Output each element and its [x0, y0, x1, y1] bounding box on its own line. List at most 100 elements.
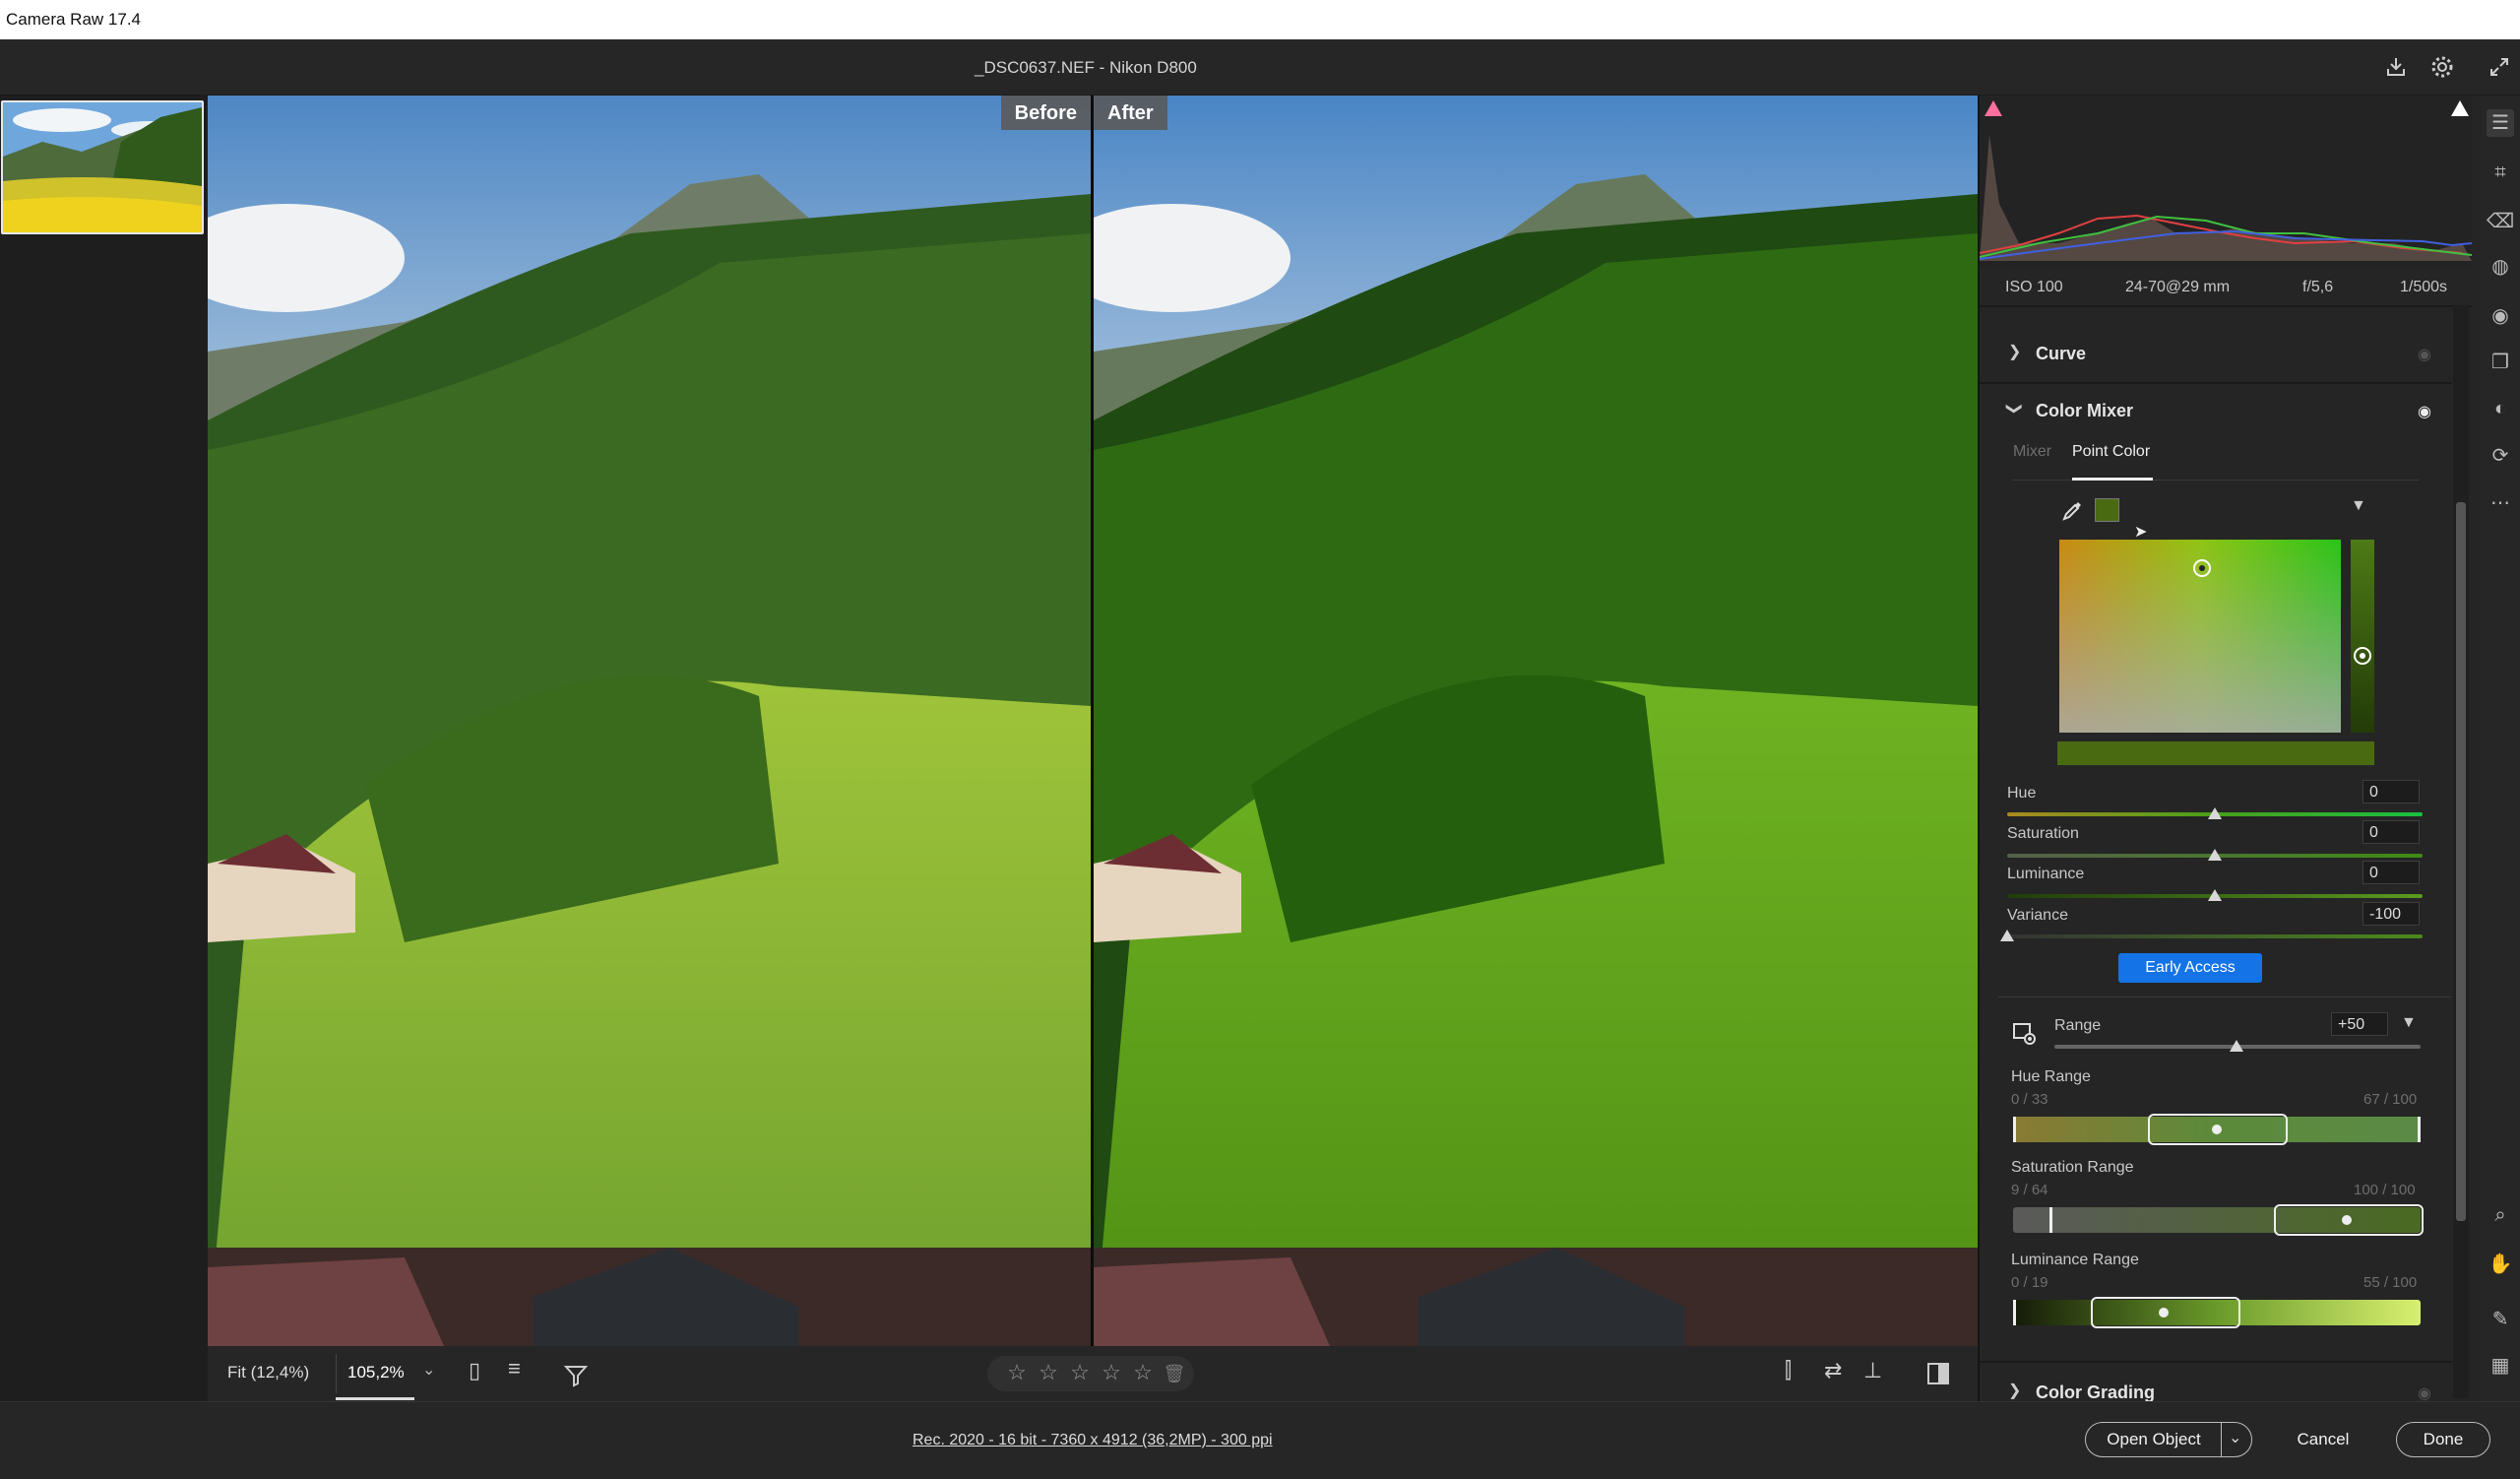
save-image-icon[interactable] — [2382, 53, 2410, 81]
gear-icon[interactable] — [2428, 53, 2456, 81]
exif-shutter: 1/500s — [2400, 279, 2448, 295]
top-toolbar: _DSC0637.NEF - Nikon D800 — [0, 39, 2520, 96]
copy-settings-icon[interactable]: ⊥ — [1863, 1358, 1882, 1383]
curve-panel-header[interactable]: Curve — [2036, 344, 2086, 364]
swap-icon[interactable]: ⇄ — [1824, 1358, 1842, 1383]
sampled-color-swatch[interactable] — [2095, 498, 2119, 522]
file-name-label: _DSC0637.NEF - Nikon D800 — [975, 58, 1197, 77]
selected-color-bar — [2057, 741, 2374, 765]
hue-range-left-handle[interactable] — [2013, 1117, 2016, 1142]
fit-zoom-button[interactable]: Fit (12,4%) — [227, 1363, 309, 1383]
image-thumbnail[interactable] — [1, 100, 204, 234]
masking-icon[interactable]: ◍ — [2487, 253, 2514, 281]
before-after-view-icon[interactable]: ⫿ — [1785, 1358, 1792, 1383]
presets-icon[interactable]: ◐ — [2487, 395, 2514, 422]
luminance-range-center-handle[interactable] — [2159, 1308, 2169, 1318]
grid-icon[interactable]: ▦ — [2487, 1352, 2514, 1380]
tab-mixer[interactable]: Mixer — [2013, 443, 2051, 461]
color-sampler-icon[interactable]: ✎ — [2487, 1306, 2514, 1333]
tab-point-color[interactable]: Point Color — [2072, 443, 2150, 461]
chevron-right-icon[interactable]: ❯ — [2008, 1381, 2021, 1400]
done-button[interactable]: Done — [2396, 1422, 2490, 1457]
active-tab-indicator — [2072, 478, 2153, 481]
viewer-bottom-bar: Fit (12,4%) 105,2% ⌄ ▯ ≡ ☆ ☆ ☆ ☆ ☆ 🗑 ⫿ ⇄ ⊥ — [208, 1346, 1978, 1401]
image-viewer[interactable]: Before After — [208, 96, 1978, 1346]
trash-icon[interactable]: 🗑 — [1163, 1364, 1186, 1384]
red-eye-icon[interactable]: ◉ — [2487, 302, 2514, 330]
luminance-value[interactable]: 0 — [2362, 861, 2420, 884]
hue-range-right-handle[interactable] — [2418, 1117, 2421, 1142]
sync-icon[interactable]: ⟳ — [2487, 442, 2514, 470]
sort-icon[interactable]: ≡ — [508, 1356, 521, 1382]
divider — [2221, 1422, 2222, 1457]
eye-icon[interactable]: ◉ — [2418, 1383, 2431, 1403]
zoom-icon[interactable]: ⌕ — [2487, 1201, 2514, 1229]
variance-value[interactable]: -100 — [2362, 902, 2420, 926]
eraser-icon[interactable]: ⌫ — [2487, 208, 2514, 235]
divider — [1980, 1361, 2452, 1363]
shadow-clipping-toggle[interactable] — [1984, 100, 2002, 116]
open-object-button[interactable]: Open Object — [2085, 1422, 2252, 1457]
star-icon[interactable]: ☆ — [1127, 1360, 1159, 1385]
range-dropdown-icon[interactable]: ▼ — [2401, 1014, 2417, 1032]
before-image: Before — [208, 96, 1091, 1346]
zoom-underline — [336, 1397, 414, 1400]
saturation-range-left-value: 9 / 64 — [2011, 1182, 2048, 1198]
hue-range-center-handle[interactable] — [2212, 1125, 2222, 1134]
color-mixer-panel-header[interactable]: Color Mixer — [2036, 401, 2133, 421]
compare-icon[interactable] — [1925, 1361, 1951, 1386]
eyedropper-icon[interactable] — [2061, 500, 2083, 522]
saturation-range-left-handle[interactable] — [2049, 1207, 2052, 1233]
saturation-range-center-handle[interactable] — [2342, 1215, 2352, 1225]
luminance-range-left-handle[interactable] — [2013, 1300, 2016, 1325]
cancel-button[interactable]: Cancel — [2280, 1422, 2366, 1457]
hand-icon[interactable]: ✋ — [2487, 1251, 2514, 1278]
picker-target-icon[interactable] — [2193, 559, 2211, 577]
range-value[interactable]: +50 — [2331, 1012, 2388, 1036]
variance-slider-label: Variance — [2007, 907, 2068, 924]
exif-lens: 24-70@29 mm — [2125, 279, 2231, 295]
chevron-down-icon[interactable]: ⌄ — [422, 1360, 435, 1380]
snapshots-icon[interactable]: ❐ — [2487, 349, 2514, 376]
saturation-value[interactable]: 0 — [2362, 820, 2420, 844]
range-slider-thumb[interactable] — [2230, 1040, 2243, 1052]
eye-icon[interactable]: ◉ — [2418, 402, 2431, 421]
chevron-down-icon[interactable]: ❯ — [2005, 402, 2025, 415]
luminance-slider-thumb[interactable] — [2208, 889, 2222, 901]
more-icon[interactable]: ⋯ — [2487, 489, 2514, 517]
variance-slider-track[interactable] — [2007, 934, 2423, 938]
luminance-target-icon[interactable] — [2354, 647, 2371, 665]
filmstrip-toggle-icon[interactable]: ▯ — [469, 1358, 480, 1383]
hue-slider-thumb[interactable] — [2208, 807, 2222, 819]
filter-icon[interactable] — [564, 1364, 588, 1387]
hue-saturation-picker[interactable] — [2059, 540, 2341, 733]
zoom-level[interactable]: 105,2% — [347, 1363, 405, 1383]
after-label: After — [1094, 96, 1167, 130]
chevron-right-icon[interactable]: ❯ — [2008, 342, 2021, 361]
edit-sliders-icon[interactable]: ☰ — [2487, 109, 2514, 137]
star-icon[interactable]: ☆ — [1096, 1360, 1127, 1385]
hue-value[interactable]: 0 — [2362, 780, 2420, 804]
workflow-options-link[interactable]: Rec. 2020 - 16 bit - 7360 x 4912 (36,2MP… — [913, 1432, 1273, 1449]
luminance-picker[interactable] — [2351, 540, 2374, 733]
swatch-dropdown-icon[interactable]: ▼ — [2351, 497, 2366, 515]
early-access-badge[interactable]: Early Access — [2118, 953, 2262, 983]
filmstrip — [0, 96, 208, 1401]
range-mask-icon[interactable] — [2012, 1020, 2038, 1046]
variance-slider-thumb[interactable] — [2000, 930, 2014, 941]
crop-icon[interactable]: ⌗ — [2487, 159, 2514, 186]
saturation-slider-thumb[interactable] — [2208, 849, 2222, 861]
color-grading-panel-header[interactable]: Color Grading — [2036, 1383, 2155, 1403]
scrollbar-thumb[interactable] — [2456, 502, 2466, 1221]
rating-stars[interactable]: ☆ ☆ ☆ ☆ ☆ 🗑 — [987, 1356, 1194, 1391]
star-icon[interactable]: ☆ — [1033, 1360, 1064, 1385]
highlight-clipping-toggle[interactable] — [2451, 100, 2469, 116]
app-title-bar: Camera Raw 17.4 — [0, 0, 2520, 39]
divider — [1980, 382, 2452, 384]
fullscreen-icon[interactable] — [2486, 53, 2513, 81]
star-icon[interactable]: ☆ — [1064, 1360, 1096, 1385]
star-icon[interactable]: ☆ — [1001, 1360, 1033, 1385]
chevron-down-icon[interactable]: ⌄ — [2229, 1428, 2241, 1447]
eye-icon[interactable]: ◉ — [2418, 345, 2431, 364]
panel-scrollbar[interactable] — [2453, 305, 2469, 1398]
